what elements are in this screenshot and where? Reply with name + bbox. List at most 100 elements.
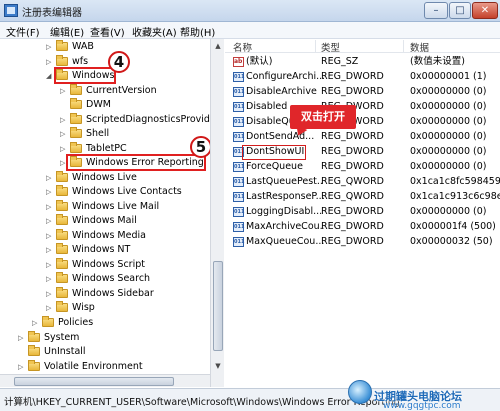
- expand-icon[interactable]: ▷: [46, 258, 54, 272]
- tree-scroll-thumb[interactable]: [213, 261, 223, 351]
- expand-icon[interactable]: ▷: [60, 127, 68, 141]
- collapse-icon[interactable]: ◢: [46, 69, 54, 83]
- expand-icon[interactable]: ▷: [18, 331, 26, 345]
- value-row[interactable]: MaxArchiveCou...REG_DWORD 0x000001f4 (500…: [225, 220, 500, 234]
- close-button[interactable]: ✕: [472, 2, 498, 19]
- tree-horizontal-scrollbar[interactable]: [0, 374, 210, 387]
- expand-icon[interactable]: ▷: [32, 316, 40, 330]
- maximize-button[interactable]: □: [449, 2, 471, 19]
- expand-icon[interactable]: ▷: [46, 55, 54, 69]
- dword-value-icon: [233, 85, 244, 99]
- tree-item-label: Policies: [58, 317, 94, 328]
- value-row[interactable]: (默认) REG_SZ (数值未设置): [225, 55, 500, 69]
- values-list: 名称 类型 数据 (默认) REG_SZ (数值未设置) ConfigureArch…: [225, 39, 500, 387]
- value-type: REG_DWORD: [321, 71, 384, 82]
- tree-item-label: System: [44, 332, 80, 343]
- value-row[interactable]: ForceQueue REG_DWORD 0x00000000 (0): [225, 160, 500, 174]
- tree-item-label: WAB: [72, 41, 94, 52]
- expand-icon[interactable]: ▷: [46, 214, 54, 228]
- value-type: REG_DWORD: [321, 206, 384, 217]
- value-row[interactable]: LastResponseP...REG_QWORD 0x1ca1c913c6c98…: [225, 190, 500, 204]
- tree-item-label: DWM: [86, 99, 111, 110]
- expand-icon[interactable]: ▷: [46, 40, 54, 54]
- menu-view[interactable]: 查看(V): [90, 24, 125, 39]
- value-row[interactable]: DontSendAd... REG_DWORD 0x00000000 (0): [225, 130, 500, 144]
- registry-editor-icon: [4, 4, 18, 17]
- expand-icon[interactable]: ▷: [46, 287, 54, 301]
- expand-icon[interactable]: ▷: [46, 272, 54, 286]
- dword-value-icon: [233, 235, 244, 249]
- column-divider[interactable]: [403, 40, 404, 52]
- value-name: (默认): [246, 56, 273, 67]
- minimize-button[interactable]: –: [424, 2, 448, 19]
- value-row[interactable]: MaxQueueCou...REG_DWORD 0x00000032 (50): [225, 235, 500, 249]
- value-data: 0x000001f4 (500): [410, 221, 496, 232]
- tree-item-label: CurrentVersion: [86, 85, 157, 96]
- value-row[interactable]: LoggingDisabl...REG_DWORD 0x00000000 (0): [225, 205, 500, 219]
- value-name: DontSendAd...: [246, 131, 315, 142]
- value-row[interactable]: ConfigureArchi...REG_DWORD 0x00000001 (1): [225, 70, 500, 84]
- column-data-header[interactable]: 数据: [410, 40, 429, 54]
- expand-icon[interactable]: ▷: [60, 113, 68, 127]
- dword-value-icon: [233, 190, 244, 204]
- title-bar: 注册表编辑器 – □ ✕: [0, 0, 500, 22]
- column-divider[interactable]: [315, 40, 316, 52]
- expand-icon[interactable]: ▷: [46, 301, 54, 315]
- value-type: REG_DWORD: [321, 146, 384, 157]
- column-type-header[interactable]: 类型: [321, 40, 340, 54]
- error-reporting-highlight-box: [66, 154, 206, 171]
- scroll-down-icon[interactable]: ▼: [211, 359, 225, 373]
- expand-icon[interactable]: ▷: [46, 229, 54, 243]
- value-data: 0x00000000 (0): [410, 86, 487, 97]
- dword-value-icon: [233, 100, 244, 114]
- expand-icon[interactable]: ▷: [46, 243, 54, 257]
- tree-item-label: ScriptedDiagnosticsProvider: [86, 114, 220, 125]
- tree-item-label: Volatile Environment: [44, 361, 143, 372]
- value-data: 0x00000001 (1): [410, 71, 487, 82]
- dontshowui-highlight-box: [242, 145, 306, 160]
- tree-item-label: Windows Sidebar: [72, 288, 154, 299]
- value-row[interactable]: LastQueuePest...REG_QWORD 0x1ca1c8fc59845…: [225, 175, 500, 189]
- folder-icon: [56, 243, 68, 254]
- folder-icon: [56, 258, 68, 269]
- expand-icon[interactable]: ▷: [46, 185, 54, 199]
- value-type: REG_DWORD: [321, 86, 384, 97]
- value-type: REG_DWORD: [321, 131, 384, 142]
- value-data: 0x00000000 (0): [410, 101, 487, 112]
- tree-hscroll-thumb[interactable]: [14, 377, 174, 386]
- string-value-icon: [233, 55, 244, 69]
- value-type: REG_QWORD: [321, 176, 384, 187]
- menu-favorites[interactable]: 收藏夹(A): [132, 24, 177, 39]
- value-row[interactable]: DisableArchive REG_DWORD 0x00000000 (0): [225, 85, 500, 99]
- value-type: REG_DWORD: [321, 221, 384, 232]
- menu-file[interactable]: 文件(F): [6, 24, 40, 39]
- folder-icon: [56, 301, 68, 312]
- value-type: REG_SZ: [321, 56, 359, 67]
- tree-item-label: Windows Live Contacts: [72, 186, 182, 197]
- tree-item-label: Windows Live: [72, 172, 137, 183]
- expand-icon[interactable]: ▷: [46, 171, 54, 185]
- value-name: ForceQueue: [246, 161, 303, 172]
- expand-icon[interactable]: ▷: [46, 200, 54, 214]
- value-data: 0x00000000 (0): [410, 161, 487, 172]
- value-data: 0x1ca1c8fc5984597: [410, 176, 500, 187]
- menu-help[interactable]: 帮助(H): [180, 24, 215, 39]
- windows-highlight-box: [54, 67, 116, 84]
- value-type: REG_DWORD: [321, 161, 384, 172]
- expand-icon[interactable]: ▷: [60, 84, 68, 98]
- value-name: ConfigureArchi...: [246, 71, 324, 82]
- expand-icon[interactable]: ▷: [18, 360, 26, 374]
- value-row[interactable]: DisableQu...REG_DWORD0x00000000 (0): [225, 115, 500, 129]
- folder-icon: [56, 272, 68, 283]
- tree-item-label: Wisp: [72, 302, 95, 313]
- folder-icon: [28, 331, 40, 342]
- column-name-header[interactable]: 名称: [233, 40, 252, 54]
- dword-value-icon: [233, 220, 244, 234]
- tree-vertical-scrollbar[interactable]: ▲ ▼: [210, 39, 224, 387]
- value-name: LoggingDisabl...: [246, 206, 323, 217]
- value-name: DisableArchive: [246, 86, 317, 97]
- tree-item-label: UnInstall: [44, 346, 86, 357]
- scroll-up-icon[interactable]: ▲: [211, 39, 225, 53]
- value-row[interactable]: DisabledREG_DWORD0x00000000 (0): [225, 100, 500, 114]
- menu-edit[interactable]: 编辑(E): [50, 24, 84, 39]
